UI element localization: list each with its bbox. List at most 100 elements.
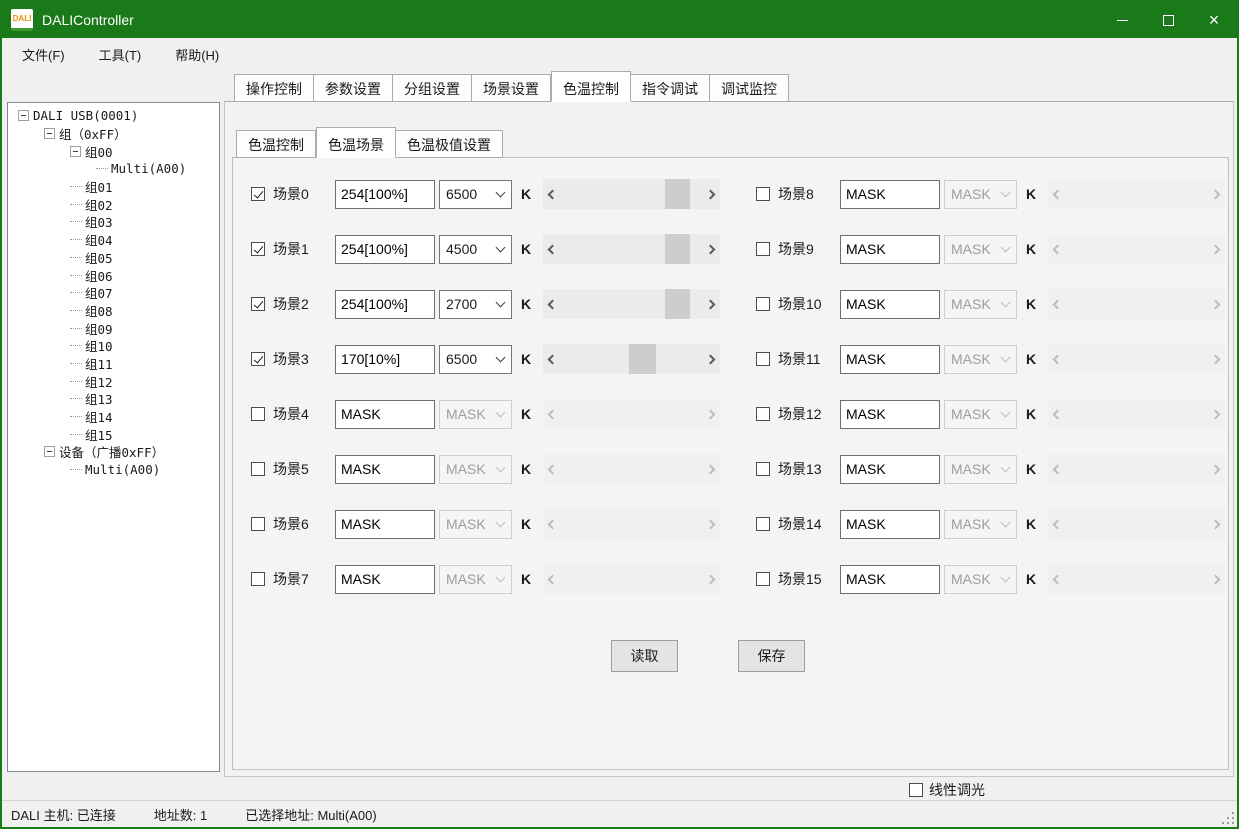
resize-grip[interactable]: [1221, 811, 1234, 824]
color-temp-dropdown[interactable]: MASK: [944, 235, 1017, 264]
tree-node[interactable]: 组07: [8, 284, 219, 302]
tree-node[interactable]: 组02: [8, 195, 219, 213]
temp-scrollbar[interactable]: [543, 289, 720, 319]
tree-node[interactable]: 组09: [8, 319, 219, 337]
temp-scrollbar[interactable]: [543, 234, 720, 264]
scene-value-input[interactable]: [840, 455, 940, 484]
scene-checkbox[interactable]: [756, 187, 770, 201]
scene-value-input[interactable]: [335, 345, 435, 374]
scene-value-input[interactable]: [840, 565, 940, 594]
scene-value-input[interactable]: [335, 290, 435, 319]
expand-toggle-icon[interactable]: [44, 128, 55, 139]
scene-checkbox[interactable]: [251, 242, 265, 256]
tree-node[interactable]: 组01: [8, 178, 219, 196]
scroll-left-arrow[interactable]: [543, 234, 559, 264]
close-button[interactable]: ×: [1191, 2, 1237, 38]
main-tab-2[interactable]: 分组设置: [393, 74, 472, 102]
scene-checkbox[interactable]: [756, 242, 770, 256]
scene-value-input[interactable]: [840, 290, 940, 319]
tree-node[interactable]: 组14: [8, 408, 219, 426]
main-tab-0[interactable]: 操作控制: [234, 74, 314, 102]
color-temp-dropdown[interactable]: 6500: [439, 180, 512, 209]
minimize-button[interactable]: [1099, 2, 1145, 38]
scene-checkbox[interactable]: [756, 517, 770, 531]
tree-node[interactable]: 组06: [8, 266, 219, 284]
scrollbar-thumb[interactable]: [665, 234, 690, 264]
color-temp-dropdown[interactable]: 6500: [439, 345, 512, 374]
scroll-left-arrow[interactable]: [543, 289, 559, 319]
sub-tab-0[interactable]: 色温控制: [236, 130, 316, 158]
menu-item-工[interactable]: 工具(T): [85, 39, 156, 70]
scene-checkbox[interactable]: [756, 462, 770, 476]
menu-item-文[interactable]: 文件(F): [8, 39, 79, 70]
main-tab-6[interactable]: 调试监控: [710, 74, 789, 102]
color-temp-dropdown[interactable]: MASK: [944, 180, 1017, 209]
color-temp-dropdown[interactable]: MASK: [439, 510, 512, 539]
tree-node[interactable]: Multi(A00): [8, 160, 219, 178]
scene-checkbox[interactable]: [251, 517, 265, 531]
main-tab-4[interactable]: 色温控制: [551, 71, 631, 102]
scrollbar-thumb[interactable]: [629, 344, 656, 374]
scene-value-input[interactable]: [840, 180, 940, 209]
tree-node[interactable]: 组00: [8, 142, 219, 160]
scene-checkbox[interactable]: [756, 297, 770, 311]
scroll-right-arrow[interactable]: [704, 289, 720, 319]
save-button[interactable]: 保存: [738, 640, 805, 672]
scroll-right-arrow[interactable]: [704, 234, 720, 264]
tree-node[interactable]: 组08: [8, 302, 219, 320]
linear-dimming-checkbox[interactable]: [909, 783, 923, 797]
scrollbar-thumb[interactable]: [665, 289, 690, 319]
scene-value-input[interactable]: [840, 400, 940, 429]
scroll-left-arrow[interactable]: [543, 179, 559, 209]
color-temp-dropdown[interactable]: MASK: [944, 290, 1017, 319]
scene-value-input[interactable]: [840, 235, 940, 264]
color-temp-dropdown[interactable]: 4500: [439, 235, 512, 264]
scene-checkbox[interactable]: [756, 572, 770, 586]
color-temp-dropdown[interactable]: MASK: [944, 510, 1017, 539]
color-temp-dropdown[interactable]: 2700: [439, 290, 512, 319]
tree-node[interactable]: 组15: [8, 425, 219, 443]
scene-checkbox[interactable]: [251, 462, 265, 476]
main-tab-3[interactable]: 场景设置: [472, 74, 551, 102]
scene-checkbox[interactable]: [251, 407, 265, 421]
sub-tab-1[interactable]: 色温场景: [316, 127, 396, 158]
expand-toggle-icon[interactable]: [18, 110, 29, 121]
scene-value-input[interactable]: [335, 510, 435, 539]
tree-node[interactable]: 组12: [8, 372, 219, 390]
scroll-right-arrow[interactable]: [704, 179, 720, 209]
scene-checkbox[interactable]: [251, 297, 265, 311]
tree-node[interactable]: 组04: [8, 231, 219, 249]
scene-value-input[interactable]: [335, 235, 435, 264]
temp-scrollbar[interactable]: [543, 344, 720, 374]
scene-value-input[interactable]: [335, 180, 435, 209]
color-temp-dropdown[interactable]: MASK: [944, 400, 1017, 429]
tree-node[interactable]: 组05: [8, 249, 219, 267]
main-tab-1[interactable]: 参数设置: [314, 74, 393, 102]
color-temp-dropdown[interactable]: MASK: [439, 565, 512, 594]
tree-node[interactable]: Multi(A00): [8, 461, 219, 479]
scene-value-input[interactable]: [840, 510, 940, 539]
color-temp-dropdown[interactable]: MASK: [944, 455, 1017, 484]
color-temp-dropdown[interactable]: MASK: [439, 400, 512, 429]
tree-node[interactable]: 设备（广播0xFF）: [8, 443, 219, 461]
scroll-right-arrow[interactable]: [704, 344, 720, 374]
scene-checkbox[interactable]: [756, 407, 770, 421]
scene-checkbox[interactable]: [756, 352, 770, 366]
scrollbar-thumb[interactable]: [665, 179, 690, 209]
tree-node[interactable]: 组（0xFF）: [8, 125, 219, 143]
color-temp-dropdown[interactable]: MASK: [944, 345, 1017, 374]
scene-checkbox[interactable]: [251, 187, 265, 201]
scene-checkbox[interactable]: [251, 352, 265, 366]
main-tab-5[interactable]: 指令调试: [631, 74, 710, 102]
tree-node[interactable]: 组11: [8, 355, 219, 373]
scene-value-input[interactable]: [335, 455, 435, 484]
temp-scrollbar[interactable]: [543, 179, 720, 209]
tree-node[interactable]: 组10: [8, 337, 219, 355]
tree-node[interactable]: 组13: [8, 390, 219, 408]
scene-value-input[interactable]: [335, 565, 435, 594]
scroll-left-arrow[interactable]: [543, 344, 559, 374]
color-temp-dropdown[interactable]: MASK: [944, 565, 1017, 594]
sub-tab-2[interactable]: 色温极值设置: [396, 130, 503, 158]
expand-toggle-icon[interactable]: [70, 146, 81, 157]
menu-item-帮[interactable]: 帮助(H): [161, 39, 233, 70]
